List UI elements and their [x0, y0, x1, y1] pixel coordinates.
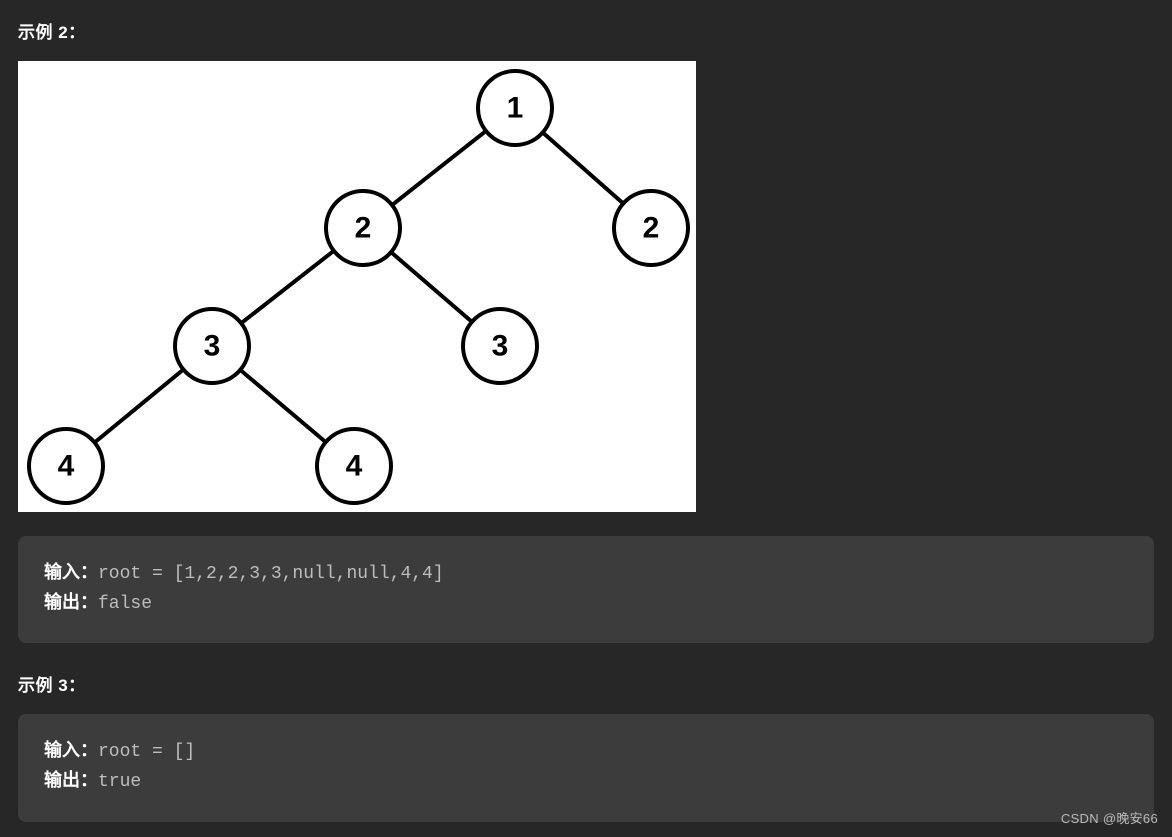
tree-edge [240, 370, 325, 442]
output-value: true [98, 772, 141, 792]
example2-block: 输入：root = [1,2,2,3,3,null,null,4,4] 输出：f… [18, 536, 1154, 643]
tree-node: 3 [175, 309, 249, 383]
input-label: 输入： [44, 564, 98, 584]
tree-node: 1 [478, 71, 552, 145]
example3-title: 示例 3： [18, 671, 1154, 696]
tree-node-label: 4 [58, 450, 75, 483]
tree-node-label: 3 [492, 330, 509, 363]
output-label: 输出： [44, 594, 98, 614]
tree-node: 2 [326, 191, 400, 265]
tree-node: 4 [29, 429, 103, 503]
watermark: CSDN @晚安66 [1061, 808, 1158, 827]
input-label: 输入： [44, 742, 98, 762]
example2-input-row: 输入：root = [1,2,2,3,3,null,null,4,4] [44, 560, 1128, 590]
tree-edge [241, 251, 334, 323]
tree-edge [543, 132, 624, 203]
tree-node: 3 [463, 309, 537, 383]
input-value: root = [] [98, 742, 195, 762]
tree-svg: 1 2 2 3 3 4 4 [18, 61, 696, 512]
output-label: 输出： [44, 772, 98, 792]
tree-node-label: 2 [643, 212, 660, 245]
example2-title: 示例 2： [18, 18, 1154, 43]
tree-node: 4 [317, 429, 391, 503]
tree-edge [391, 252, 472, 322]
tree-node-label: 3 [204, 330, 221, 363]
example3-output-row: 输出：true [44, 768, 1128, 798]
tree-node-label: 4 [346, 450, 363, 483]
tree-edge [392, 131, 486, 205]
tree-node: 2 [614, 191, 688, 265]
example2-output-row: 输出：false [44, 590, 1128, 620]
tree-node-label: 1 [507, 92, 524, 125]
tree-edge [95, 369, 184, 442]
example3-block: 输入：root = [] 输出：true [18, 714, 1154, 821]
example3-input-row: 输入：root = [] [44, 738, 1128, 768]
input-value: root = [1,2,2,3,3,null,null,4,4] [98, 564, 444, 584]
tree-node-label: 2 [355, 212, 372, 245]
output-value: false [98, 594, 152, 614]
tree-diagram: 1 2 2 3 3 4 4 [18, 61, 696, 512]
